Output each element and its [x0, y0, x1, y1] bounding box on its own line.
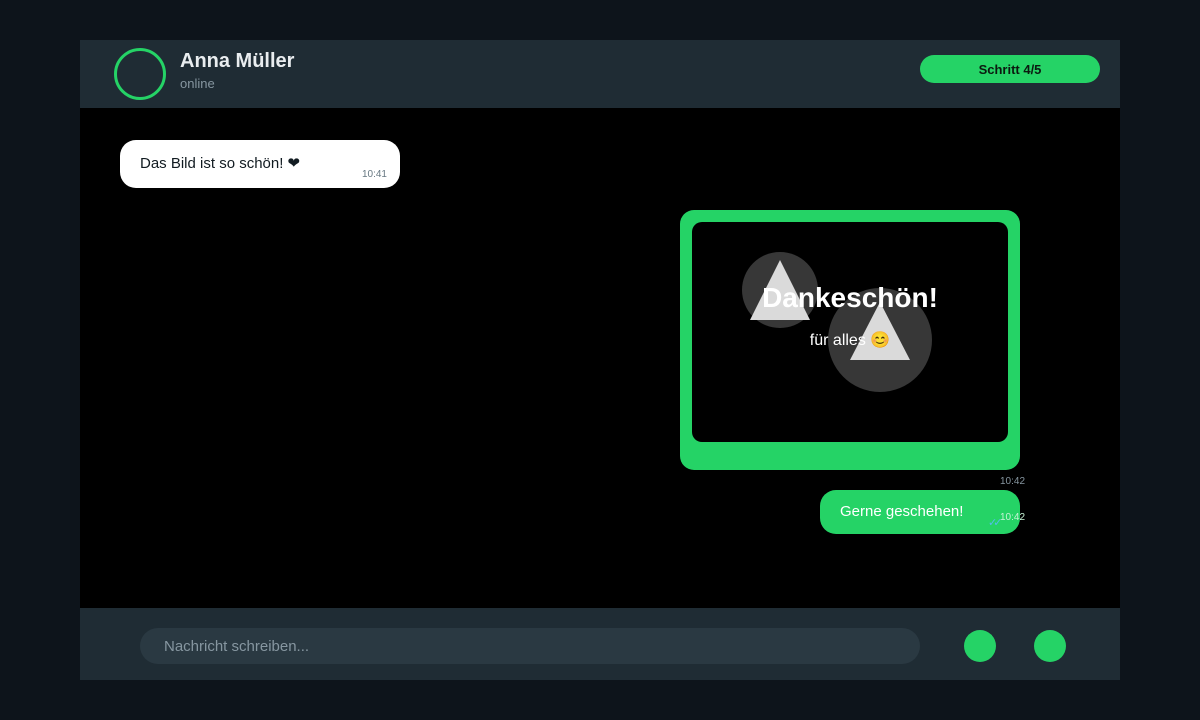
composer-bar — [80, 608, 1120, 680]
message-list: Das Bild ist so schön! ❤ 10:41 Dankeschö… — [80, 108, 1120, 608]
image-message-card[interactable]: Dankeschön! für alles 😊 — [680, 210, 1020, 470]
incoming-message-bubble[interactable]: Das Bild ist so schön! ❤ 10:41 — [120, 140, 400, 188]
message-time: 10:42 — [1000, 476, 1026, 487]
message-text: Das Bild ist so schön! ❤ — [140, 155, 301, 172]
message-text: Gerne geschehen! — [840, 503, 964, 520]
image-message-preview[interactable]: Dankeschön! für alles 😊 — [692, 222, 1008, 442]
chat-header: Anna Müller online Schritt 4/5 — [80, 40, 1120, 108]
avatar[interactable] — [114, 48, 166, 100]
attach-button[interactable] — [964, 630, 996, 662]
contact-status: online — [180, 76, 215, 91]
double-check-icon: ✓✓ — [988, 517, 1003, 529]
image-card-subtitle: für alles 😊 — [809, 332, 891, 349]
message-time: 10:42 — [1000, 512, 1026, 523]
message-input[interactable] — [140, 628, 920, 664]
step-badge: Schritt 4/5 — [920, 55, 1100, 83]
message-time: 10:41 — [361, 169, 387, 180]
chat-window: Anna Müller online Schritt 4/5 Das Bild … — [80, 40, 1120, 680]
send-button[interactable] — [1034, 630, 1066, 662]
image-card-title: Dankeschön! — [762, 282, 938, 313]
outgoing-message-bubble[interactable]: Gerne geschehen! ✓✓ 10:42 — [820, 490, 1025, 534]
contact-name[interactable]: Anna Müller — [180, 50, 294, 73]
